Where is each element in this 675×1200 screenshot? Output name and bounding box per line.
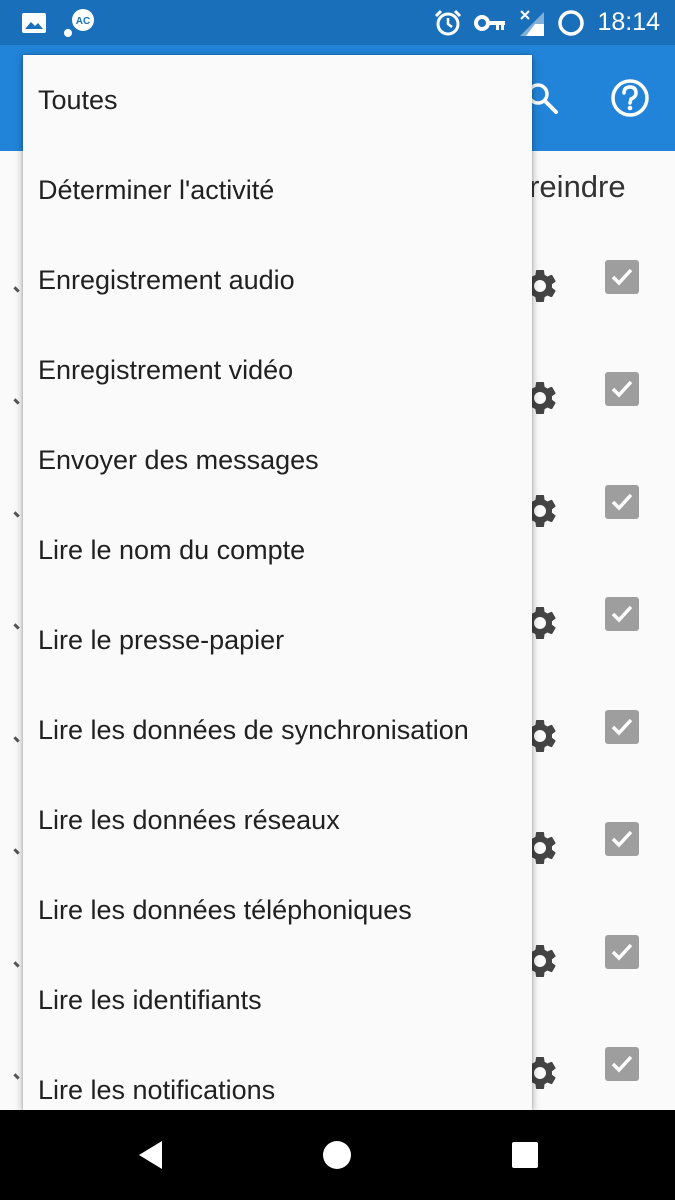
menu-item-lire-identifiants[interactable]: Lire les identifiants bbox=[23, 955, 532, 1045]
back-icon[interactable] bbox=[130, 1135, 170, 1175]
menu-item-enregistrement-video[interactable]: Enregistrement vidéo bbox=[23, 325, 532, 415]
menu-item-lire-donnees-telephoniques[interactable]: Lire les données téléphoniques bbox=[23, 865, 532, 955]
home-icon[interactable] bbox=[317, 1135, 357, 1175]
status-bar: AC 18:14 bbox=[0, 0, 675, 45]
restrict-checkbox[interactable] bbox=[605, 260, 639, 294]
svg-text:AC: AC bbox=[76, 16, 90, 27]
menu-item-determiner-activite[interactable]: Déterminer l'activité bbox=[23, 145, 532, 235]
menu-item-lire-donnees-reseaux[interactable]: Lire les données réseaux bbox=[23, 775, 532, 865]
restrict-checkbox[interactable] bbox=[605, 1047, 639, 1081]
status-time: 18:14 bbox=[597, 8, 660, 36]
restrict-checkbox[interactable] bbox=[605, 710, 639, 744]
image-icon bbox=[20, 0, 48, 45]
ac-app-icon: AC bbox=[62, 0, 98, 45]
restrict-checkbox[interactable] bbox=[605, 822, 639, 856]
help-icon[interactable] bbox=[605, 73, 655, 123]
menu-item-toutes[interactable]: Toutes bbox=[23, 55, 532, 145]
restrict-checkbox[interactable] bbox=[605, 372, 639, 406]
screen: AC 18:14 streindre Toutes Déterminer l'a… bbox=[0, 0, 675, 1200]
restrict-checkbox[interactable] bbox=[605, 485, 639, 519]
menu-item-lire-presse-papier[interactable]: Lire le presse-papier bbox=[23, 595, 532, 685]
menu-item-lire-notifications[interactable]: Lire les notifications bbox=[23, 1045, 532, 1110]
recents-icon[interactable] bbox=[505, 1135, 545, 1175]
menu-item-lire-donnees-synchronisation[interactable]: Lire les données de synchronisation bbox=[23, 685, 532, 775]
battery-ring-icon bbox=[556, 0, 586, 45]
dropdown-menu: Toutes Déterminer l'activité Enregistrem… bbox=[23, 55, 532, 1110]
menu-item-enregistrement-audio[interactable]: Enregistrement audio bbox=[23, 235, 532, 325]
vpn-key-icon bbox=[473, 0, 507, 45]
menu-item-lire-nom-compte[interactable]: Lire le nom du compte bbox=[23, 505, 532, 595]
restrict-checkbox[interactable] bbox=[605, 597, 639, 631]
restrict-checkbox[interactable] bbox=[605, 935, 639, 969]
alarm-icon bbox=[432, 0, 464, 45]
no-signal-icon bbox=[517, 0, 547, 45]
navigation-bar bbox=[0, 1110, 675, 1200]
menu-item-envoyer-messages[interactable]: Envoyer des messages bbox=[23, 415, 532, 505]
